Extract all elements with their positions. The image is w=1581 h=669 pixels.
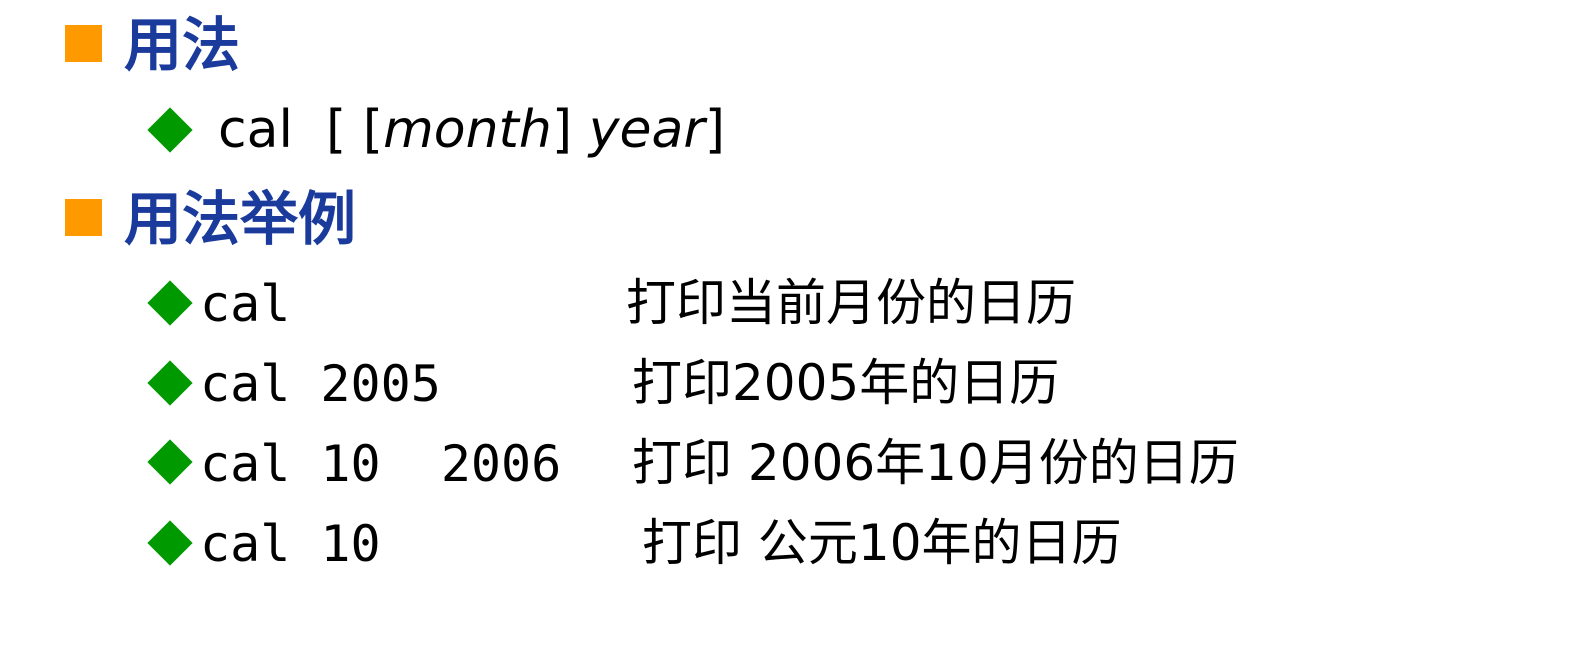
example-command: cal 2005 xyxy=(200,355,441,413)
example-description: 打印 2006年10月份的日历 xyxy=(632,434,1239,492)
example-command: cal xyxy=(200,275,291,333)
example-description: 打印2005年的日历 xyxy=(632,354,1060,412)
square-bullet-icon xyxy=(65,25,102,62)
syntax-bracket: ] xyxy=(551,100,573,160)
example-command: cal 10 xyxy=(200,515,381,573)
syntax-bracket: [ xyxy=(325,100,347,160)
diamond-bullet-icon xyxy=(147,360,193,406)
example-description: 打印当前月份的日历 xyxy=(626,274,1076,332)
syntax-month-param: month xyxy=(383,100,552,160)
syntax-bracket: ] xyxy=(704,100,726,160)
square-bullet-icon xyxy=(65,199,102,236)
diamond-bullet-icon xyxy=(147,439,193,485)
slide: 用法 cal [ [month] year] 用法举例 cal 打印当前月份的日… xyxy=(0,0,1581,669)
diamond-bullet-icon xyxy=(147,107,193,153)
diamond-bullet-icon xyxy=(147,280,193,326)
syntax-year-param: year xyxy=(588,100,705,160)
example-command: cal 10 2006 xyxy=(200,435,562,493)
syntax-bracket: [ xyxy=(362,100,384,160)
usage-syntax: cal [ [month] year] xyxy=(218,104,725,156)
example-description: 打印 公元10年的日历 xyxy=(642,514,1122,572)
section-heading-examples: 用法举例 xyxy=(124,185,357,253)
syntax-command: cal xyxy=(218,100,293,160)
section-heading-usage: 用法 xyxy=(124,11,241,79)
diamond-bullet-icon xyxy=(147,520,193,566)
